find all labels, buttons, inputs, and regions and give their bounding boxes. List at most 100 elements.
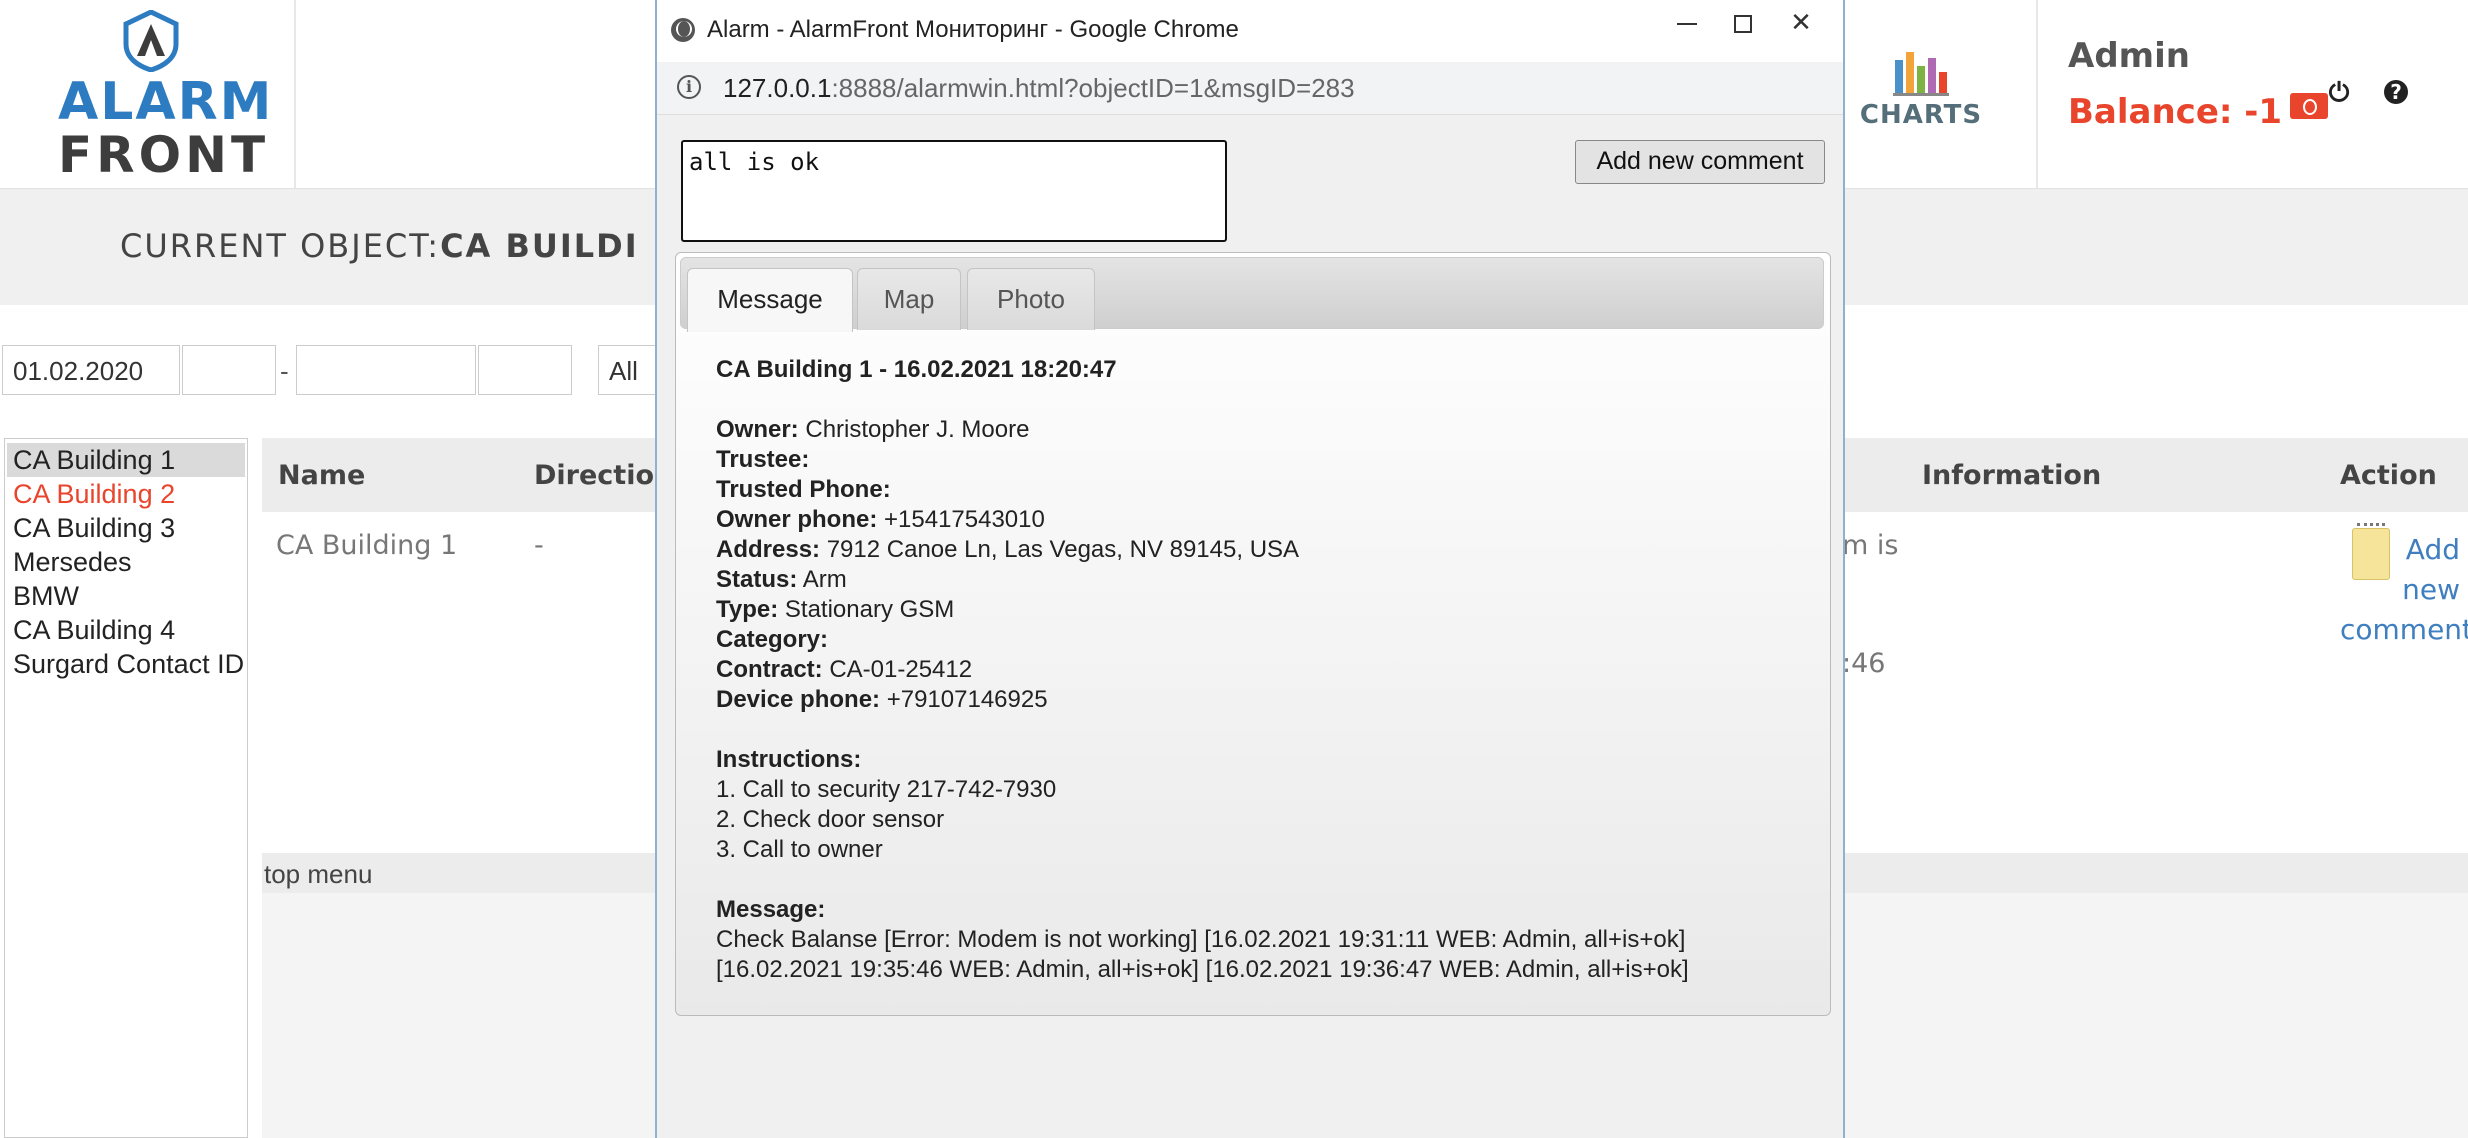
field-trusted-phone: Trusted Phone: — [716, 475, 1816, 505]
add-new-comment-link[interactable]: Add new comment — [2340, 530, 2468, 650]
field-label: Trusted Phone: — [716, 476, 891, 503]
date-range-dash: - — [280, 356, 289, 386]
field-contract: Contract: CA-01-25412 — [716, 655, 1816, 685]
field-value: +79107146925 — [880, 686, 1048, 713]
field-category: Category: — [716, 625, 1816, 655]
date-to-input[interactable] — [296, 345, 476, 395]
field-device-phone: Device phone: +79107146925 — [716, 685, 1816, 715]
message-label: Message: — [716, 895, 1816, 925]
minimize-icon — [1677, 22, 1697, 25]
minimize-button[interactable] — [1657, 8, 1717, 52]
alarmfront-logo[interactable]: ALARM FRONT — [50, 10, 271, 184]
field-label: Owner: — [716, 416, 799, 443]
bar-chart-icon — [1893, 52, 1949, 96]
object-item-bmw[interactable]: BMW — [7, 579, 245, 613]
tab-message[interactable]: Message — [687, 268, 853, 332]
logo-text-front: FRONT — [58, 126, 270, 184]
field-label: Owner phone: — [716, 506, 878, 533]
message-line: Check Balanse [Error: Modem is not worki… — [716, 926, 1686, 953]
object-item-surgard[interactable]: Surgard Contact ID — [7, 647, 245, 681]
instructions-heading: Instructions: — [716, 746, 862, 773]
column-name[interactable]: Name — [278, 460, 365, 491]
field-label: Contract: — [716, 656, 823, 683]
instruction-item: 3. Call to owner — [716, 836, 883, 863]
help-icon[interactable]: ? — [2384, 80, 2408, 104]
header-divider — [2036, 0, 2038, 188]
close-icon: ✕ — [1790, 8, 1812, 38]
date-from-input[interactable]: 01.02.2020 — [2, 345, 180, 395]
time-from-input[interactable] — [182, 345, 276, 395]
tab-photo[interactable]: Photo — [967, 268, 1095, 330]
event-type-select[interactable]: All — [598, 345, 658, 395]
field-label: Status: — [716, 566, 798, 593]
balance-text: Balance: -1 — [2068, 92, 2283, 132]
field-value: Stationary GSM — [778, 596, 955, 623]
instructions-label: Instructions: — [716, 745, 1816, 775]
field-value: Christopher J. Moore — [798, 416, 1030, 443]
time-to-input[interactable] — [478, 345, 572, 395]
url-text[interactable]: 127.0.0.1:8888/alarmwin.html?objectID=1&… — [723, 73, 1355, 104]
add-new-comment-button[interactable]: Add new comment — [1575, 140, 1825, 184]
message-heading: Message: — [716, 896, 826, 923]
object-item-ca-building-2[interactable]: CA Building 2 — [7, 477, 245, 511]
globe-icon — [671, 18, 695, 42]
shield-logo-icon — [123, 10, 179, 72]
charts-nav-button[interactable]: CHARTS — [1856, 48, 1986, 130]
object-item-ca-building-3[interactable]: CA Building 3 — [7, 511, 245, 545]
logo-text-alarm: ALARM — [58, 72, 274, 132]
field-owner: Owner: Christopher J. Moore — [716, 415, 1816, 445]
info-icon[interactable]: i — [677, 75, 701, 99]
field-owner-phone: Owner phone: +15417543010 — [716, 505, 1816, 535]
alarm-popup-window: Alarm - AlarmFront Мониторинг - Google C… — [655, 0, 1845, 1138]
tab-strip: Message Map Photo — [680, 257, 1824, 332]
comment-textarea[interactable]: all is ok — [681, 140, 1227, 242]
current-object-prefix: CURRENT OBJECT: — [120, 227, 441, 265]
url-host: 127.0.0.1 — [723, 73, 832, 103]
field-address: Address: 7912 Canoe Ln, Las Vegas, NV 89… — [716, 535, 1816, 565]
field-trustee: Trustee: — [716, 445, 1816, 475]
current-object-name: CA BUILDI — [440, 227, 639, 265]
field-value: Arm — [797, 566, 847, 593]
header-divider — [294, 0, 296, 188]
objects-list[interactable]: CA Building 1 CA Building 2 CA Building … — [4, 438, 248, 1138]
field-value: CA-01-25412 — [822, 656, 973, 683]
column-action[interactable]: Action — [2340, 460, 2437, 491]
row-direction-cell: - — [534, 530, 544, 561]
object-item-mersedes[interactable]: Mersedes — [7, 545, 245, 579]
field-label: Category: — [716, 626, 829, 653]
maximize-button[interactable] — [1713, 8, 1773, 52]
alarm-heading: CA Building 1 - 16.02.2021 18:20:47 — [716, 356, 1117, 383]
row-name-cell: CA Building 1 — [276, 530, 458, 561]
address-bar[interactable]: i 127.0.0.1:8888/alarmwin.html?objectID=… — [657, 62, 1843, 115]
field-label: Trustee: — [716, 446, 810, 473]
row-information-time: :46 — [1842, 648, 1886, 679]
object-item-ca-building-1[interactable]: CA Building 1 — [7, 443, 245, 477]
user-name: Admin — [2068, 36, 2190, 76]
charts-label: CHARTS — [1859, 100, 1983, 130]
field-label: Address: — [716, 536, 821, 563]
tab-map[interactable]: Map — [857, 268, 961, 330]
instruction-item: 2. Check door sensor — [716, 806, 945, 833]
row-information-cell: m is — [1842, 530, 1899, 561]
balance-indicator[interactable]: Balance: -1 — [2068, 92, 2329, 132]
field-type: Type: Stationary GSM — [716, 595, 1816, 625]
message-content: CA Building 1 - 16.02.2021 18:20:47 Owne… — [716, 355, 1816, 985]
field-value: +15417543010 — [877, 506, 1045, 533]
message-line: [16.02.2021 19:35:46 WEB: Admin, all+is+… — [716, 956, 1689, 983]
window-title: Alarm - AlarmFront Мониторинг - Google C… — [707, 16, 1239, 43]
object-item-ca-building-4[interactable]: CA Building 4 — [7, 613, 245, 647]
field-label: Device phone: — [716, 686, 881, 713]
column-direction[interactable]: Direction — [534, 460, 673, 491]
power-icon[interactable]: ⏻ — [2324, 78, 2354, 108]
close-button[interactable]: ✕ — [1771, 8, 1831, 52]
field-value: 7912 Canoe Ln, Las Vegas, NV 89145, USA — [820, 536, 1300, 563]
url-path: :8888/alarmwin.html?objectID=1&msgID=283 — [831, 73, 1355, 103]
alarm-tabs-panel: Message Map Photo CA Building 1 - 16.02.… — [675, 252, 1831, 1016]
column-information[interactable]: Information — [1922, 460, 2101, 491]
top-menu-link[interactable]: top menu — [264, 859, 372, 890]
current-object-title: CURRENT OBJECT:CA BUILDI — [120, 227, 639, 265]
money-icon — [2290, 93, 2329, 119]
window-titlebar[interactable]: Alarm - AlarmFront Мониторинг - Google C… — [657, 0, 1843, 62]
